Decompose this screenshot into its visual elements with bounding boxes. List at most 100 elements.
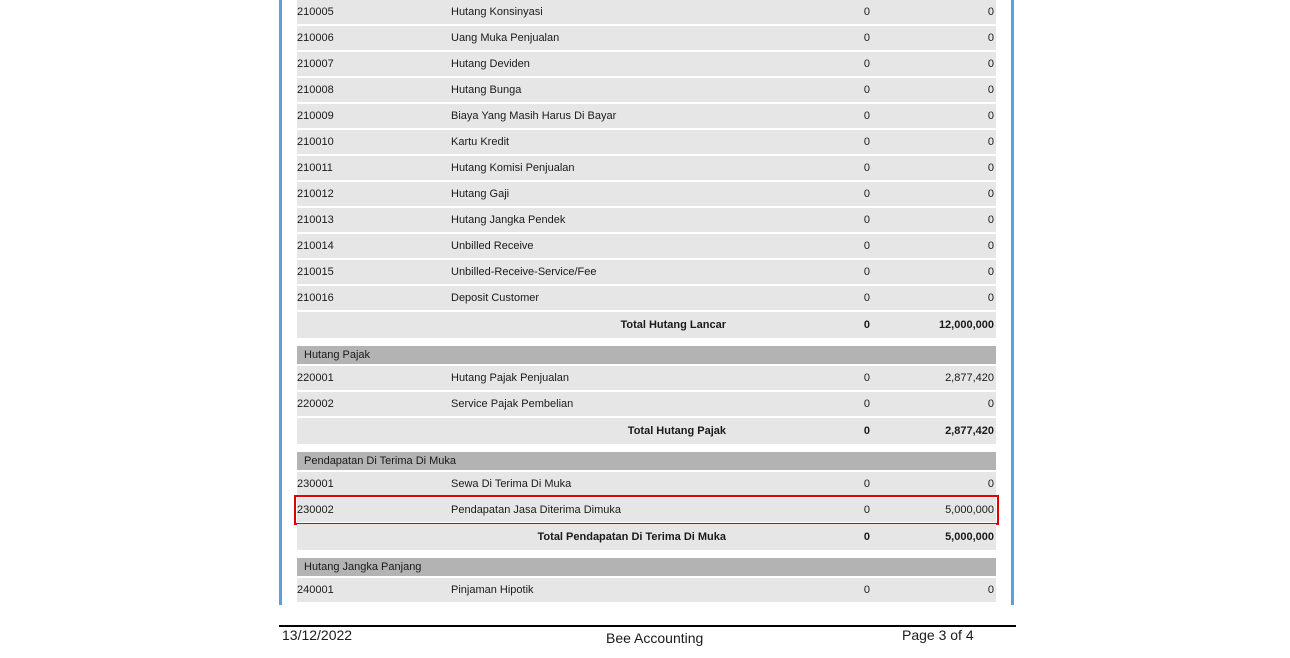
account-name: Sewa Di Terima Di Muka: [451, 478, 572, 490]
amount-column-2: 0: [987, 6, 994, 18]
account-code: 210011: [297, 162, 333, 174]
account-code: 210005: [297, 6, 334, 18]
account-code: 230001: [297, 478, 334, 490]
footer-date: 13/12/2022: [282, 627, 353, 643]
amount-column-2: 0: [987, 584, 994, 596]
amount-column-2: 0: [987, 188, 994, 200]
amount-column-2: 0: [987, 58, 994, 70]
account-row[interactable]: 210014 Unbilled Receive 0 0: [297, 234, 996, 258]
total-row: Total Hutang Pajak 0 2,877,420: [297, 418, 996, 444]
amount-column-2: 2,877,420: [945, 372, 994, 384]
amount-column-1: 0: [863, 58, 870, 70]
account-row[interactable]: 210007 Hutang Deviden 0 0: [297, 52, 996, 76]
amount-column-2: 0: [987, 32, 994, 44]
total-column-2: 12,000,000: [938, 319, 994, 331]
account-code: 210014: [297, 240, 334, 252]
total-row: Total Hutang Lancar 0 12,000,000: [297, 312, 996, 338]
amount-column-1: 0: [863, 372, 870, 384]
total-row: Total Pendapatan Di Terima Di Muka 0 5,000…: [297, 524, 996, 550]
amount-column-1: 0: [863, 240, 870, 252]
account-code: 240001: [297, 584, 334, 596]
amount-column-2: 0: [987, 292, 994, 304]
account-name: Hutang Bunga: [451, 84, 522, 96]
amount-column-1: 0: [863, 504, 870, 516]
account-name: Pinjaman Hipotik: [451, 584, 534, 596]
amount-column-1: 0: [863, 136, 870, 148]
account-name: Uang Muka Penjualan: [451, 32, 560, 44]
account-code: 220002: [297, 398, 334, 410]
account-row[interactable]: 210012 Hutang Gaji 0 0: [297, 182, 996, 206]
amount-column-1: 0: [863, 110, 870, 122]
account-row[interactable]: 210008 Hutang Bunga 0 0: [297, 78, 996, 102]
total-column-2: 5,000,000: [945, 531, 994, 543]
amount-column-2: 0: [987, 162, 994, 174]
account-name: Hutang Komisi Penjualan: [451, 162, 575, 174]
account-name: Hutang Deviden: [451, 58, 530, 70]
account-code: 220001: [297, 372, 334, 384]
account-row[interactable]: 210005 Hutang Konsinyasi 0 0: [297, 0, 996, 24]
total-column-1: 0: [863, 531, 870, 543]
group-header: Pendapatan Di Terima Di Muka: [297, 452, 996, 470]
highlighted-account-row[interactable]: 230002 Pendapatan Jasa Diterima Dimuka 0 5,…: [294, 495, 999, 525]
amount-column-2: 5,000,000: [945, 504, 994, 516]
total-column-1: 0: [863, 319, 870, 331]
account-code: 210009: [297, 110, 334, 122]
amount-column-2: 0: [987, 266, 994, 278]
account-code: 210008: [297, 84, 334, 96]
balance-sheet-report: 210005 Hutang Konsinyasi 0 0 210006 Uang Muka…: [294, 0, 999, 604]
amount-column-1: 0: [863, 6, 870, 18]
account-row[interactable]: 240001 Pinjaman Hipotik 0 0: [297, 578, 996, 602]
account-row[interactable]: 230001 Sewa Di Terima Di Muka 0 0: [297, 472, 996, 496]
account-name: Hutang Jangka Pendek: [451, 214, 566, 226]
account-name: Hutang Pajak Penjualan: [451, 372, 570, 384]
amount-column-1: 0: [863, 214, 870, 226]
account-name: Biaya Yang Masih Harus Di Bayar: [451, 110, 617, 122]
group-header: Hutang Jangka Panjang: [297, 558, 996, 576]
account-row[interactable]: 210006 Uang Muka Penjualan 0 0: [297, 26, 996, 50]
account-row[interactable]: 210010 Kartu Kredit 0 0: [297, 130, 996, 154]
account-name: Service Pajak Pembelian: [451, 398, 574, 410]
account-code: 210015: [297, 266, 334, 278]
amount-column-2: 0: [987, 136, 994, 148]
account-name: Kartu Kredit: [451, 136, 510, 148]
account-code: 210006: [297, 32, 334, 44]
amount-column-1: 0: [863, 266, 870, 278]
footer-app-name: Bee Accounting: [606, 630, 704, 646]
account-code: 210016: [297, 292, 334, 304]
amount-column-2: 0: [987, 478, 994, 490]
amount-column-1: 0: [863, 162, 870, 174]
account-code: 230002: [297, 504, 334, 516]
account-row[interactable]: 210009 Biaya Yang Masih Harus Di Bayar 0 0: [297, 104, 996, 128]
account-code: 210010: [297, 136, 334, 148]
amount-column-1: 0: [863, 84, 870, 96]
amount-column-1: 0: [863, 188, 870, 200]
account-code: 210007: [297, 58, 334, 70]
amount-column-2: 0: [987, 214, 994, 226]
total-column-1: 0: [863, 425, 870, 437]
account-name: Unbilled Receive: [451, 240, 534, 252]
total-label: Total Hutang Pajak: [627, 425, 726, 437]
amount-column-1: 0: [863, 32, 870, 44]
account-row[interactable]: 220001 Hutang Pajak Penjualan 0 2,877,420: [297, 366, 996, 390]
group-header: Hutang Pajak: [297, 346, 996, 364]
amount-column-2: 0: [987, 84, 994, 96]
account-name: Pendapatan Jasa Diterima Dimuka: [451, 504, 621, 516]
account-name: Deposit Customer: [451, 292, 540, 304]
amount-column-2: 0: [987, 398, 994, 410]
account-row[interactable]: 220002 Service Pajak Pembelian 0 0: [297, 392, 996, 416]
amount-column-2: 0: [987, 110, 994, 122]
amount-column-1: 0: [863, 478, 870, 490]
account-name: Hutang Konsinyasi: [451, 6, 543, 18]
amount-column-1: 0: [863, 292, 870, 304]
account-row[interactable]: 210011 Hutang Komisi Penjualan 0 0: [297, 156, 996, 180]
account-row[interactable]: 210015 Unbilled-Receive-Service/Fee 0 0: [297, 260, 996, 284]
total-column-2: 2,877,420: [945, 425, 994, 437]
account-row[interactable]: 210016 Deposit Customer 0 0: [297, 286, 996, 310]
footer-page-number: Page 3 of 4: [902, 627, 974, 643]
amount-column-1: 0: [863, 584, 870, 596]
total-label: Total Pendapatan Di Terima Di Muka: [537, 531, 726, 543]
amount-column-2: 0: [987, 240, 994, 252]
amount-column-1: 0: [863, 398, 870, 410]
account-code: 210012: [297, 188, 334, 200]
account-row[interactable]: 210013 Hutang Jangka Pendek 0 0: [297, 208, 996, 232]
